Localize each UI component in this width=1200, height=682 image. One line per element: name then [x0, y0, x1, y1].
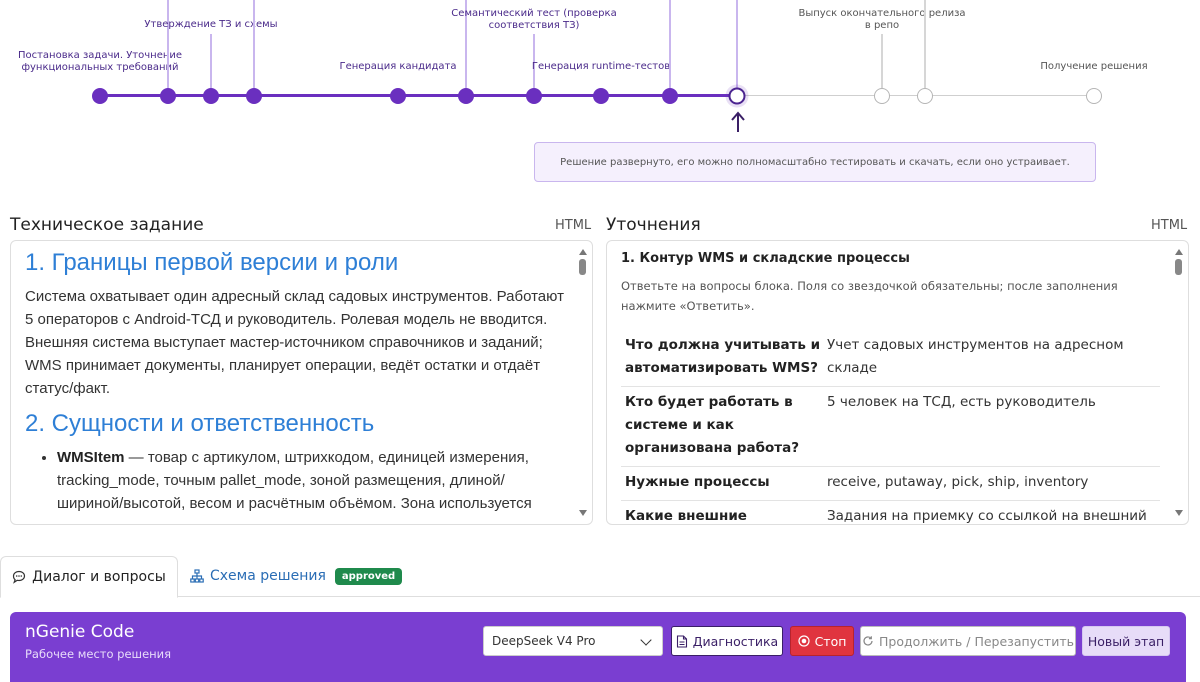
ngenie-title: nGenie Code [25, 622, 135, 642]
tab-scheme-label: Схема решения [210, 568, 326, 584]
clar-scrollbar[interactable] [1174, 247, 1184, 518]
timeline-stage-node[interactable] [1086, 88, 1102, 104]
timeline-stage-node[interactable] [203, 88, 219, 104]
current-stage-arrow-icon [731, 111, 745, 132]
timeline-stage-label: Выпуск окончательного релиза в репо [798, 8, 966, 31]
qa-question: Кто будет работать в системе и как орган… [625, 394, 800, 456]
clar-hint: Ответьте на вопросы блока. Поля со звезд… [621, 279, 1118, 313]
document-icon [676, 634, 687, 648]
timeline-stage-node[interactable] [593, 88, 609, 104]
timeline-stage-node[interactable] [390, 88, 406, 104]
model-select[interactable]: DeepSeek V4 Pro [483, 626, 663, 656]
timeline-stage-label: Утверждение ТЗ и схемы [144, 19, 278, 30]
timeline-connector [210, 34, 212, 88]
tab-dialog[interactable]: Диалог и вопросы [0, 556, 178, 598]
tab-scheme[interactable]: Схема решения approved [190, 556, 403, 596]
scroll-thumb[interactable] [1175, 259, 1182, 275]
tab-dialog-label: Диалог и вопросы [32, 569, 166, 585]
approved-badge: approved [334, 567, 403, 585]
timeline-stage-node[interactable] [874, 88, 890, 104]
timeline-stage-node[interactable] [246, 88, 262, 104]
timeline-stage-label: Генерация runtime-тестов [531, 61, 671, 72]
scroll-thumb[interactable] [579, 259, 586, 275]
timeline-connector [924, 0, 926, 88]
qa-answer[interactable]: Задания на приемку со ссылкой на внешний [825, 505, 1147, 524]
scroll-up-icon[interactable] [579, 249, 587, 255]
spec-term-text: — товар с артикулом, штрихкодом, единице… [57, 449, 532, 512]
stage-timeline: Постановка задачи. Уточнение функциональ… [0, 0, 1200, 190]
qa-question: Нужные процессы [625, 474, 770, 490]
tab-bar: Диалог и вопросы Схема решения approved [0, 556, 1200, 598]
qa-answer[interactable]: 5 человек на ТСД, есть руководитель [825, 391, 1096, 460]
qa-row: Нужные процессы receive, putaway, pick, … [621, 467, 1160, 501]
clar-mode-toggle[interactable]: HTML [1151, 218, 1187, 233]
timeline-connector [167, 0, 169, 88]
refresh-icon [863, 636, 873, 646]
diagnostics-button[interactable]: Диагностика [671, 626, 783, 656]
scroll-down-icon[interactable] [579, 510, 587, 516]
timeline-connector [669, 0, 671, 88]
spec-heading-2: 2. Сущности и ответственность [25, 410, 375, 437]
stop-button[interactable]: Стоп [790, 626, 854, 656]
timeline-connector [736, 0, 738, 88]
timeline-stage-label: Семантический тест (проверка соответстви… [451, 8, 617, 31]
timeline-stage-node[interactable] [92, 88, 108, 104]
spec-mode-toggle[interactable]: HTML [555, 218, 591, 233]
continue-restart-button[interactable]: Продолжить / Перезапустить [860, 626, 1076, 656]
timeline-stage-label: Получение решения [1040, 61, 1148, 72]
timeline-stage-node[interactable] [917, 88, 933, 104]
ngenie-workspace-header: nGenie Code Рабочее место решения DeepSe… [10, 612, 1186, 682]
clar-panel[interactable]: 1. Контур WMS и складские процессы Ответ… [606, 240, 1189, 525]
model-select-value: DeepSeek V4 Pro [492, 634, 596, 648]
spec-paragraph-1: Система охватывает один адресный склад с… [25, 288, 564, 397]
spec-panel[interactable]: 1. Границы первой версии и роли Система … [10, 240, 593, 525]
spec-panel-title: Техническое задание [10, 215, 204, 235]
spec-list: WMSItem — товар с артикулом, штрихкодом,… [25, 446, 566, 515]
qa-answer[interactable]: receive, putaway, pick, ship, inventory [825, 471, 1088, 494]
timeline-connector [253, 0, 255, 88]
timeline-stage-node[interactable] [458, 88, 474, 104]
clar-block-title: 1. Контур WMS и складские процессы [621, 251, 910, 266]
timeline-stage-node[interactable] [728, 87, 746, 105]
new-stage-label: Новый этап [1087, 633, 1165, 649]
timeline-stage-label: Генерация кандидата [339, 61, 457, 72]
spec-content: 1. Границы первой версии и роли Система … [25, 249, 566, 515]
scroll-down-icon[interactable] [1175, 510, 1183, 516]
timeline-stage-node[interactable] [662, 88, 678, 104]
spec-list-item: WMSItem — товар с артикулом, штрихкодом,… [57, 446, 566, 515]
scroll-up-icon[interactable] [1175, 249, 1183, 255]
clar-panel-title: Уточнения [606, 215, 701, 235]
qa-row: Что должна учитывать и автоматизировать … [621, 330, 1160, 387]
clar-content: 1. Контур WMS и складские процессы Ответ… [621, 251, 1160, 524]
qa-question: Какие внешние [625, 508, 747, 524]
tree-diagram-icon [190, 569, 204, 583]
diagnostics-label: Диагностика [692, 633, 779, 649]
timeline-stage-node[interactable] [160, 88, 176, 104]
continue-label: Продолжить / Перезапустить [879, 633, 1074, 649]
spec-heading-1: 1. Границы первой версии и роли [25, 249, 399, 276]
spec-term: WMSItem [57, 449, 125, 466]
timeline-connector [881, 34, 883, 88]
spec-scrollbar[interactable] [578, 247, 588, 518]
stop-label: Стоп [814, 633, 847, 649]
qa-answer[interactable]: Учет садовых инструментов на адресном ск… [825, 334, 1156, 380]
qa-question: Что должна учитывать и автоматизировать … [625, 337, 821, 376]
timeline-remaining-line [737, 95, 1094, 96]
timeline-stage-node[interactable] [526, 88, 542, 104]
stop-circle-icon [797, 635, 810, 647]
chevron-down-icon [640, 634, 652, 646]
qa-row: Какие внешние Задания на приемку со ссыл… [621, 501, 1160, 524]
new-stage-button[interactable]: Новый этап [1082, 626, 1170, 656]
speech-bubble-icon [13, 570, 26, 584]
timeline-progress-line [100, 94, 737, 97]
qa-row: Кто будет работать в системе и как орган… [621, 387, 1160, 467]
current-stage-info: Решение развернуто, его можно полномасшт… [534, 142, 1096, 182]
timeline-stage-label: Постановка задачи. Уточнение функциональ… [17, 50, 183, 73]
ngenie-subtitle: Рабочее место решения [25, 647, 172, 661]
